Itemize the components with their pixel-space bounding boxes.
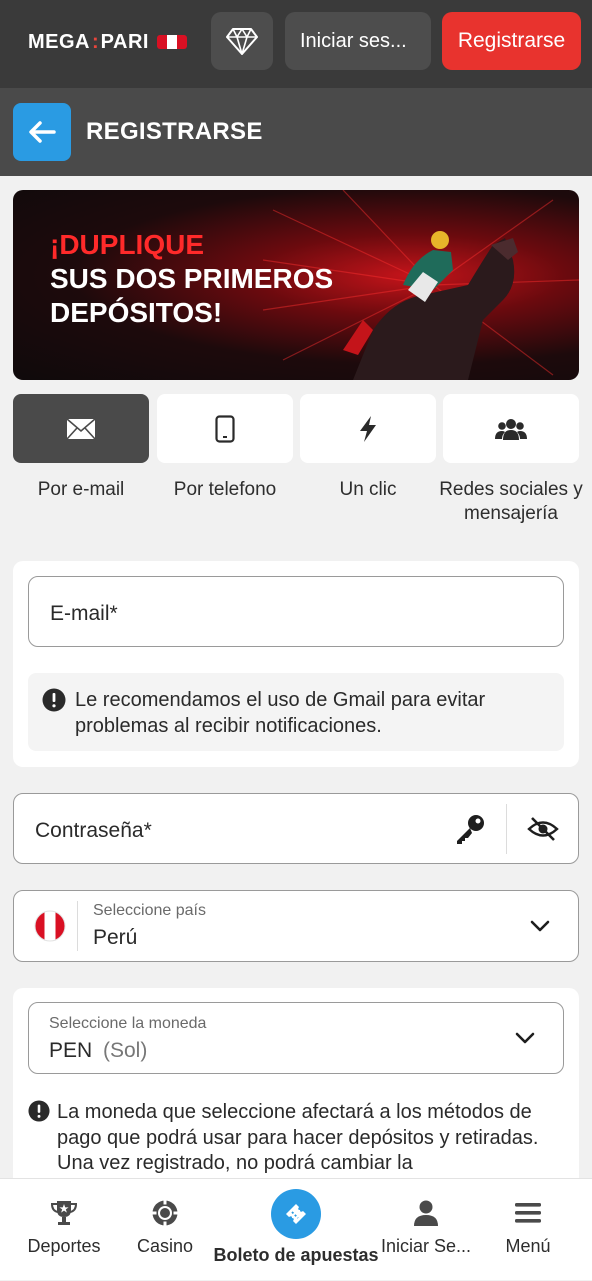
- nav-login[interactable]: Iniciar Se...: [378, 1179, 474, 1281]
- banner-headline: ¡DUPLIQUE SUS DOS PRIMEROS DEPÓSITOS!: [50, 228, 333, 330]
- field-divider: [506, 804, 507, 854]
- email-field[interactable]: E-mail*: [28, 576, 564, 647]
- tab-email-label: Por e-mail: [37, 479, 125, 500]
- vip-diamond-button[interactable]: [211, 12, 273, 70]
- tab-email[interactable]: [13, 394, 149, 463]
- logo-separator: :: [92, 30, 99, 53]
- password-placeholder: Contraseña*: [35, 819, 152, 842]
- tab-phone[interactable]: [157, 394, 293, 463]
- hamburger-menu-icon: [515, 1203, 541, 1223]
- info-icon: [28, 1100, 50, 1122]
- page-title: REGISTRARSE: [86, 118, 263, 145]
- currency-code: PEN: [49, 1039, 93, 1062]
- bet-slip-badge: [271, 1189, 321, 1239]
- password-field[interactable]: Contraseña*: [13, 793, 579, 864]
- peru-flag-icon: [156, 35, 187, 49]
- nav-login-label: Iniciar Se...: [380, 1236, 472, 1256]
- logo-text-right: PARI: [100, 30, 149, 53]
- field-divider: [77, 901, 78, 951]
- gmail-hint: Le recomendamos el uso de Gmail para evi…: [28, 673, 564, 751]
- page-header: REGISTRARSE: [0, 88, 592, 176]
- diamond-icon: [226, 28, 258, 55]
- register-button[interactable]: Registrarse: [442, 12, 581, 70]
- megapari-logo[interactable]: MEGA : PARI: [28, 30, 187, 54]
- currency-note: La moneda que seleccione afectará a los …: [57, 1101, 539, 1174]
- gmail-hint-text: Le recomendamos el uso de Gmail para evi…: [75, 689, 486, 737]
- nav-casino-label: Casino: [136, 1236, 194, 1256]
- promo-banner[interactable]: ¡DUPLIQUE SUS DOS PRIMEROS DEPÓSITOS!: [13, 190, 579, 380]
- nav-bet-slip[interactable]: Boleto de apuestas: [213, 1179, 379, 1281]
- users-icon: [495, 418, 527, 440]
- tab-social-label: Redes sociales y mensajería: [439, 479, 583, 524]
- bottom-nav: Deportes Casino Boleto de apuestas Inici…: [0, 1178, 592, 1280]
- country-label: Seleccione país: [93, 902, 206, 919]
- currency-select[interactable]: Seleccione la moneda PEN (Sol): [28, 1002, 564, 1074]
- lightning-icon: [360, 415, 376, 442]
- chevron-down-icon: [515, 1032, 535, 1044]
- banner-line-1: ¡DUPLIQUE: [50, 229, 204, 260]
- top-bar: MEGA : PARI Iniciar ses... Registrarse: [0, 0, 592, 88]
- back-button[interactable]: [13, 103, 71, 161]
- key-icon[interactable]: [454, 813, 486, 845]
- user-icon: [414, 1200, 438, 1226]
- logo-text-left: MEGA: [28, 30, 90, 53]
- login-button[interactable]: Iniciar ses...: [285, 12, 431, 70]
- peru-flag-icon: [34, 910, 66, 942]
- info-icon: [42, 688, 66, 712]
- nav-casino[interactable]: Casino: [120, 1179, 210, 1281]
- nav-sports-label: Deportes: [27, 1236, 101, 1256]
- tab-one-click-label: Un clic: [339, 479, 397, 500]
- tab-one-click[interactable]: [300, 394, 436, 463]
- country-select[interactable]: Seleccione país Perú: [13, 890, 579, 962]
- currency-name: (Sol): [103, 1039, 148, 1062]
- currency-label: Seleccione la moneda: [49, 1015, 207, 1032]
- nav-menu-label: Menú: [505, 1236, 551, 1256]
- phone-icon: [215, 414, 235, 443]
- casino-chip-icon: [152, 1200, 178, 1226]
- eye-slash-icon[interactable]: [527, 816, 559, 842]
- banner-line-3: DEPÓSITOS!: [50, 297, 223, 328]
- chevron-down-icon: [530, 920, 550, 932]
- nav-bet-slip-label: Boleto de apuestas: [213, 1245, 379, 1265]
- arrow-left-icon: [29, 121, 56, 143]
- country-value: Perú: [93, 926, 138, 949]
- email-placeholder: E-mail*: [50, 602, 118, 625]
- envelope-icon: [66, 417, 96, 440]
- tab-social[interactable]: [443, 394, 579, 463]
- trophy-icon: [50, 1201, 78, 1225]
- nav-sports[interactable]: Deportes: [14, 1179, 114, 1281]
- banner-line-2: SUS DOS PRIMEROS: [50, 263, 334, 294]
- nav-menu[interactable]: Menú: [480, 1179, 576, 1281]
- ticket-icon: [286, 1204, 306, 1224]
- tab-phone-label: Por telefono: [173, 479, 277, 500]
